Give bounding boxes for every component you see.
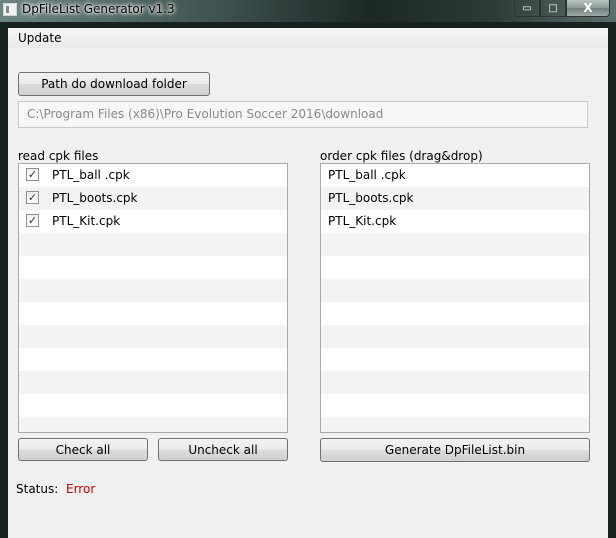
- window-title: DpFileList Generator v1.3: [22, 2, 175, 16]
- checkbox[interactable]: ✓: [26, 191, 39, 204]
- status-value: Error: [66, 482, 96, 496]
- empty-row: [321, 371, 589, 394]
- uncheck-all-button[interactable]: Uncheck all: [158, 438, 288, 461]
- status-label: Status:: [16, 482, 59, 496]
- empty-row: [321, 394, 589, 417]
- menu-bar: Update: [8, 28, 608, 48]
- empty-row: [19, 325, 287, 348]
- close-icon: X: [583, 0, 593, 15]
- client-area: Update Path do download folder C:\Progra…: [8, 28, 608, 538]
- empty-row: [19, 394, 287, 417]
- minimize-button[interactable]: ▭: [514, 0, 540, 17]
- close-button[interactable]: X: [566, 0, 610, 17]
- read-cpk-label: read cpk files: [18, 149, 99, 163]
- empty-row: [19, 417, 287, 432]
- empty-row: [19, 233, 287, 256]
- empty-row: [321, 233, 589, 256]
- list-item-label: PTL_Kit.cpk: [52, 214, 121, 228]
- app-icon[interactable]: [3, 3, 17, 16]
- empty-row: [321, 417, 589, 432]
- checkbox[interactable]: ✓: [26, 214, 39, 227]
- maximize-button[interactable]: □: [540, 0, 566, 17]
- generate-dpfilelist-button[interactable]: Generate DpFileList.bin: [320, 438, 590, 462]
- list-item[interactable]: ✓ PTL_ball .cpk: [19, 164, 287, 187]
- minimize-icon: ▭: [522, 2, 532, 14]
- download-path-field[interactable]: C:\Program Files (x86)\Pro Evolution Soc…: [18, 101, 588, 128]
- app-window: DpFileList Generator v1.3 ▭ □ X Update P…: [0, 0, 616, 538]
- maximize-icon: □: [548, 2, 558, 14]
- list-item[interactable]: PTL_boots.cpk: [321, 187, 589, 210]
- path-download-folder-button[interactable]: Path do download folder: [18, 72, 210, 96]
- read-cpk-list[interactable]: ✓ PTL_ball .cpk ✓ PTL_boots.cpk ✓ PTL_Ki…: [18, 163, 288, 433]
- empty-row: [19, 256, 287, 279]
- empty-row: [321, 325, 589, 348]
- order-cpk-list[interactable]: PTL_ball .cpk PTL_boots.cpk PTL_Kit.cpk: [320, 163, 590, 433]
- menu-item-update[interactable]: Update: [18, 31, 61, 45]
- list-item[interactable]: ✓ PTL_Kit.cpk: [19, 210, 287, 233]
- empty-row: [321, 256, 589, 279]
- list-item-label: PTL_Kit.cpk: [328, 214, 397, 228]
- list-item-label: PTL_boots.cpk: [328, 191, 414, 205]
- empty-row: [19, 371, 287, 394]
- caption-buttons: ▭ □ X: [514, 0, 610, 18]
- empty-row: [19, 302, 287, 325]
- empty-row: [19, 279, 287, 302]
- empty-row: [321, 348, 589, 371]
- empty-row: [321, 279, 589, 302]
- list-item[interactable]: PTL_Kit.cpk: [321, 210, 589, 233]
- list-item-label: PTL_ball .cpk: [52, 168, 130, 182]
- title-bar[interactable]: DpFileList Generator v1.3 ▭ □ X: [0, 0, 616, 22]
- list-item-label: PTL_ball .cpk: [328, 168, 406, 182]
- checkbox[interactable]: ✓: [26, 168, 39, 181]
- empty-row: [321, 302, 589, 325]
- order-cpk-label: order cpk files (drag&drop): [320, 149, 483, 163]
- empty-row: [19, 348, 287, 371]
- list-item[interactable]: PTL_ball .cpk: [321, 164, 589, 187]
- check-all-button[interactable]: Check all: [18, 438, 148, 461]
- list-item-label: PTL_boots.cpk: [52, 191, 138, 205]
- list-item[interactable]: ✓ PTL_boots.cpk: [19, 187, 287, 210]
